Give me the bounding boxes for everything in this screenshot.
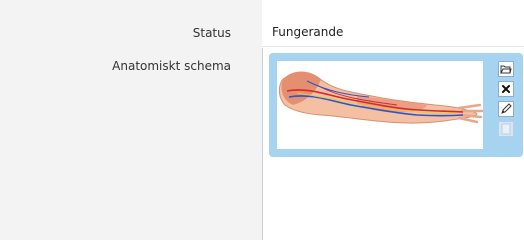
status-label: Status (192, 26, 231, 40)
blank-button (498, 121, 514, 137)
edit-pencil-icon (501, 103, 512, 114)
open-folder-button[interactable] (498, 61, 514, 77)
delete-button[interactable] (498, 81, 514, 97)
blank-icon (501, 123, 511, 135)
anatomical-image[interactable] (277, 61, 483, 149)
status-value: Fungerande (272, 25, 344, 39)
status-field[interactable]: Fungerande (262, 16, 524, 47)
image-frame (269, 53, 523, 157)
edit-button[interactable] (498, 101, 514, 117)
anatomical-schema-area (262, 48, 524, 240)
anatomical-schema-label: Anatomiskt schema (112, 59, 231, 73)
delete-icon (502, 85, 510, 93)
open-folder-icon (500, 65, 512, 74)
arm-anatomy-illustration (278, 71, 483, 124)
image-toolbar (498, 61, 516, 141)
